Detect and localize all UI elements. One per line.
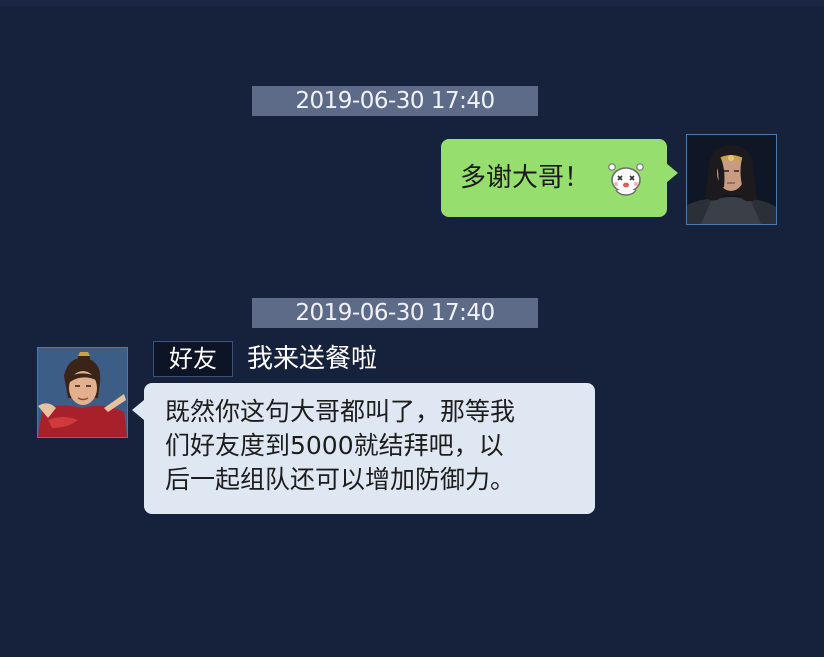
received-message-line: 后一起组队还可以增加防御力。 bbox=[165, 465, 516, 494]
sent-message-bubble[interactable]: 多谢大哥！ bbox=[441, 139, 678, 217]
chat-view: 2019-06-30 17:40 多谢大哥！ 2019-06-30 17:40 … bbox=[0, 0, 824, 657]
received-message-bubble[interactable]: 既然你这句大哥都叫了，那等我 们好友度到5000就结拜吧，以 后一起组队还可以增… bbox=[132, 383, 595, 514]
sent-message-text: 多谢大哥！ bbox=[460, 163, 591, 193]
message-timestamp: 2019-06-30 17:40 bbox=[252, 298, 538, 328]
friend-tag-badge: 好友 bbox=[153, 341, 233, 377]
happy-face-emoji-icon bbox=[606, 159, 646, 203]
received-message-line: 既然你这句大哥都叫了，那等我 bbox=[165, 397, 516, 426]
young-hero-avatar-icon[interactable] bbox=[37, 347, 128, 438]
received-message-text: 既然你这句大哥都叫了，那等我 们好友度到5000就结拜吧，以 后一起组队还可以增… bbox=[165, 395, 579, 497]
warrior-avatar-icon[interactable] bbox=[686, 134, 777, 225]
message-timestamp: 2019-06-30 17:40 bbox=[252, 86, 538, 116]
received-message-line: 们好友度到5000就结拜吧，以 bbox=[165, 431, 504, 460]
sender-name[interactable]: 我来送餐啦 bbox=[247, 343, 377, 375]
top-edge-divider bbox=[0, 0, 824, 6]
